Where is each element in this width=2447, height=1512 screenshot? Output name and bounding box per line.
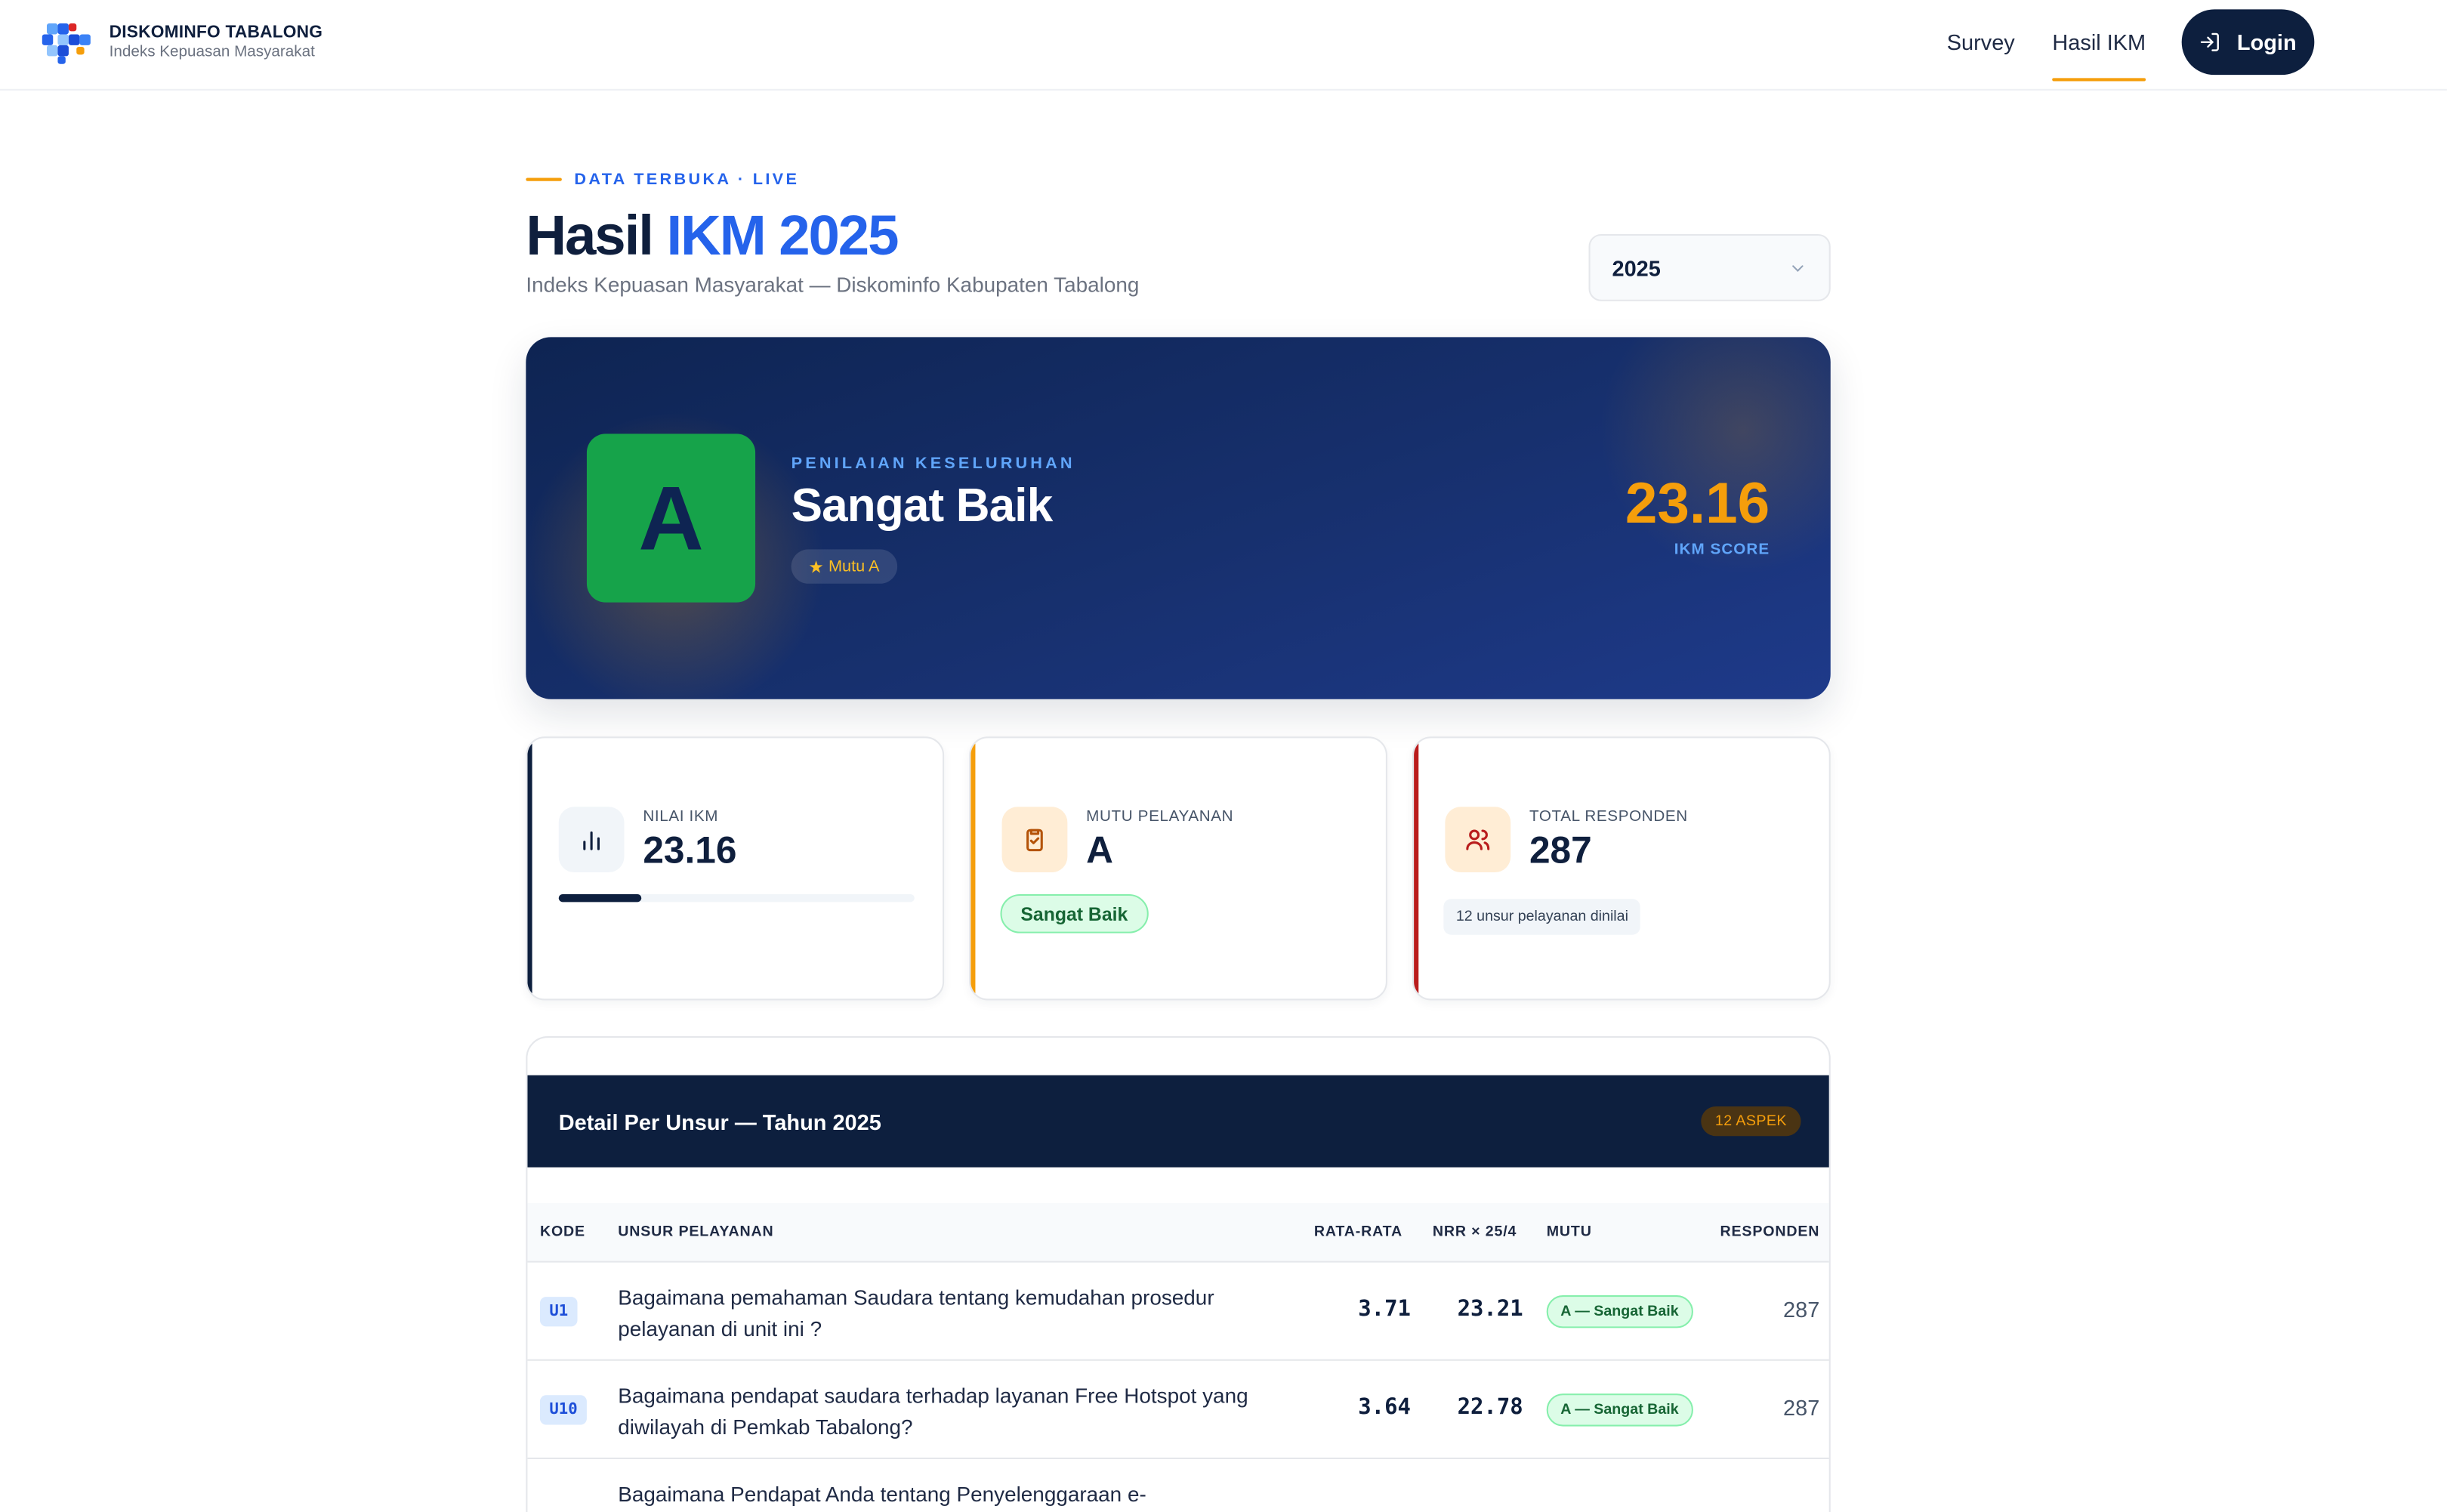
page-eyebrow-text: DATA TERBUKA · LIVE	[574, 170, 800, 190]
stat-value: 23.16	[643, 830, 737, 873]
table-row[interactable]: Bagaimana Pendapat Anda tentang Penyelen…	[527, 1459, 1828, 1512]
mutu-pill: A — Sangat Baik	[1546, 1295, 1693, 1328]
stat-label: TOTAL RESPONDEN	[1529, 808, 1688, 826]
page-eyebrow: DATA TERBUKA · LIVE	[526, 170, 799, 189]
logo-icon	[42, 20, 92, 64]
col-responden[interactable]: RESPONDEN	[1720, 1223, 1820, 1241]
chevron-down-icon	[1792, 264, 1804, 271]
clipboard-check-icon	[1001, 807, 1068, 873]
login-label: Login	[2236, 29, 2297, 55]
stat-label: NILAI IKM	[643, 808, 719, 826]
stat-label: MUTU PELAYANAN	[1086, 808, 1234, 826]
year-select[interactable]: 2025	[1588, 233, 1831, 301]
mutu-status-pill: Sangat Baik	[1000, 893, 1149, 933]
mutu-badge-label: Mutu A	[828, 557, 880, 576]
ikm-score: 23.16	[1625, 471, 1770, 535]
detail-table-title: Detail Per Unsur — Tahun 2025	[558, 1109, 881, 1134]
responden-count: 287	[1783, 1395, 1820, 1421]
mutu-badge: ★ Mutu A	[791, 549, 897, 584]
table-column-headers: KODE UNSUR PELAYANAN RATA-RATA NRR × 25/…	[527, 1203, 1829, 1263]
table-row[interactable]: U10 Bagaimana pendapat saudara terhadap …	[527, 1361, 1829, 1459]
ikm-score-label: IKM SCORE	[1674, 542, 1770, 559]
responden-count: 287	[1783, 1297, 1820, 1322]
stat-card-total-responden: TOTAL RESPONDEN 287 12 unsur pelayanan d…	[1412, 736, 1831, 1001]
ikm-progress-bar	[558, 893, 915, 903]
stat-value: A	[1086, 830, 1113, 873]
nrr-value: 22.78	[1457, 1395, 1523, 1421]
nav-hasil-ikm[interactable]: Hasil IKM	[2034, 9, 2165, 82]
col-nrr[interactable]: NRR × 25/4	[1433, 1223, 1517, 1241]
login-icon	[2201, 32, 2220, 51]
page-subtitle: Indeks Kepuasan Masyarakat — Diskominfo …	[526, 273, 1140, 297]
unsur-question: Bagaimana pemahaman Saudara tentang kemu…	[618, 1285, 1214, 1341]
unsur-question: Bagaimana Pendapat Anda tentang Penyelen…	[618, 1482, 1146, 1506]
bar-chart-icon	[558, 807, 625, 873]
col-mutu[interactable]: MUTU	[1547, 1223, 1592, 1241]
rata-rata-value: 3.64	[1358, 1395, 1411, 1421]
page-title-accent: IKM 2025	[666, 202, 899, 267]
col-unsur[interactable]: UNSUR PELAYANAN	[618, 1223, 773, 1241]
overall-rating-eyebrow: PENILAIAN KESELURUHAN	[791, 454, 1075, 474]
brand[interactable]: DISKOMINFO TABALONG Indeks Kepuasan Masy…	[42, 20, 322, 64]
brand-subtitle: Indeks Kepuasan Masyarakat	[109, 43, 315, 61]
aspect-count-badge: 12 ASPEK	[1701, 1106, 1801, 1137]
stat-card-mutu-pelayanan: MUTU PELAYANAN A Sangat Baik	[969, 736, 1387, 1001]
brand-name: DISKOMINFO TABALONG	[109, 23, 323, 42]
col-kode[interactable]: KODE	[540, 1223, 585, 1241]
stat-card-nilai-ikm: NILAI IKM 23.16	[526, 736, 945, 1001]
page-title: Hasil IKM 2025	[526, 202, 899, 269]
grade-badge: A	[586, 434, 756, 603]
rata-rata-value: 3.71	[1358, 1297, 1411, 1322]
login-button[interactable]: Login	[2181, 9, 2315, 76]
table-row[interactable]: U1 Bagaimana pemahaman Saudara tentang k…	[527, 1263, 1829, 1361]
nrr-value: 23.21	[1457, 1297, 1523, 1322]
page-title-prefix: Hasil	[526, 202, 654, 267]
unsur-question: Bagaimana pendapat saudara terhadap laya…	[618, 1384, 1248, 1439]
year-select-value: 2025	[1612, 255, 1661, 280]
unsur-count-note: 12 unsur pelayanan dinilai	[1443, 899, 1641, 935]
col-rata-rata[interactable]: RATA-RATA	[1314, 1223, 1402, 1241]
overall-rating-title: Sangat Baik	[791, 480, 1054, 532]
detail-table-card: Detail Per Unsur — Tahun 2025 12 ASPEK K…	[526, 1036, 1831, 1512]
ikm-progress-fill	[558, 893, 641, 903]
stat-value: 287	[1529, 830, 1592, 873]
unsur-code: U1	[539, 1297, 578, 1327]
unsur-code: U10	[539, 1395, 588, 1425]
main-nav: Survey Hasil IKM Login	[1928, 9, 2315, 82]
detail-table-header: Detail Per Unsur — Tahun 2025 12 ASPEK	[527, 1075, 1829, 1168]
mutu-pill: A — Sangat Baik	[1546, 1393, 1693, 1427]
overall-rating-card: A PENILAIAN KESELURUHAN Sangat Baik ★ Mu…	[526, 337, 1831, 699]
star-icon: ★	[808, 557, 824, 577]
nav-survey[interactable]: Survey	[1928, 9, 2034, 75]
top-header: DISKOMINFO TABALONG Indeks Kepuasan Masy…	[0, 0, 2447, 91]
users-icon	[1445, 807, 1511, 873]
